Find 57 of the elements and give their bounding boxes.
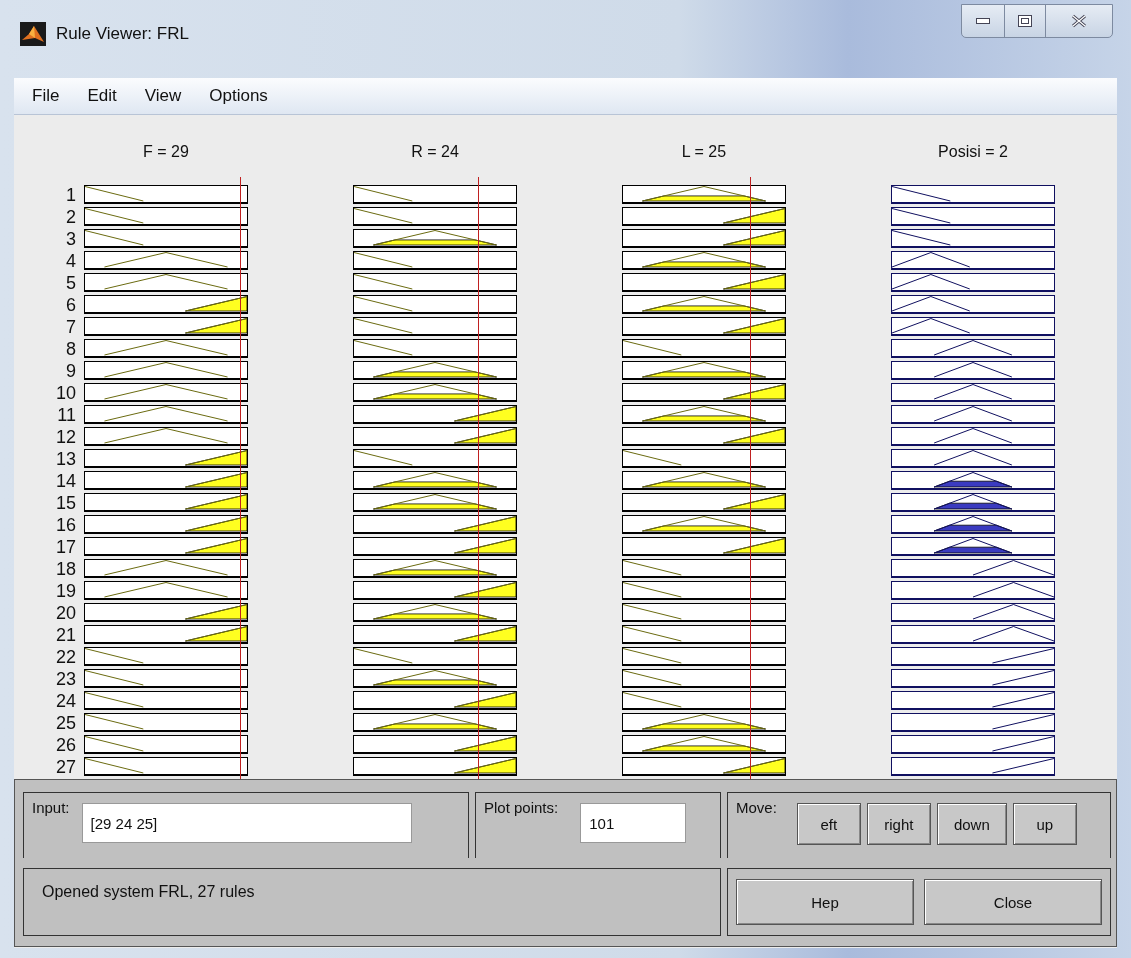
rule-number: 18: [54, 559, 77, 581]
plot-points-field[interactable]: 101: [580, 803, 687, 843]
dialog-button[interactable]: Hep: [736, 879, 914, 925]
rule-number: 20: [54, 603, 77, 625]
rule-number: 21: [54, 625, 77, 647]
move-button[interactable]: right: [866, 803, 931, 845]
rule-number: 16: [54, 515, 77, 537]
input-label: Input:: [32, 799, 70, 816]
menu-item[interactable]: File: [20, 86, 72, 106]
rule-number: 19: [54, 581, 77, 603]
rule-number: 8: [65, 339, 77, 361]
variable-label: R = 24: [411, 143, 459, 160]
rule-number: 14: [54, 471, 77, 493]
rule-number: 25: [54, 713, 77, 735]
input-value-line[interactable]: [749, 177, 751, 779]
rule-number: 2: [65, 207, 77, 229]
rule-number: 13: [54, 449, 77, 471]
close-icon: [1071, 14, 1087, 28]
rule-number: 24: [54, 691, 77, 713]
app-logo-icon: [20, 22, 46, 46]
rule-number: 5: [65, 273, 77, 295]
rule-number: 4: [65, 251, 77, 273]
rule-number: 12: [54, 427, 77, 449]
rule-number: 3: [65, 229, 77, 251]
rule-number: 17: [54, 537, 77, 559]
maximize-button[interactable]: [1004, 4, 1046, 38]
input-value-line[interactable]: [239, 177, 241, 779]
variable-label: F = 29: [143, 143, 189, 160]
move-button[interactable]: down: [936, 803, 1007, 845]
rule-number: 22: [54, 647, 77, 669]
rule-number: 1: [65, 185, 77, 207]
rule-number: 23: [54, 669, 77, 691]
rule-number: 10: [54, 383, 77, 405]
input-field[interactable]: [29 24 25]: [81, 803, 412, 843]
plot-points-label: Plot points:: [484, 799, 559, 816]
menu-item[interactable]: Options: [197, 86, 280, 106]
minimize-icon: [976, 18, 990, 24]
rule-number: 7: [65, 317, 77, 339]
move-label: Move:: [736, 799, 777, 816]
maximize-icon: [1018, 15, 1032, 27]
move-button[interactable]: eft: [796, 803, 861, 845]
window-title: Rule Viewer: FRL: [56, 24, 189, 44]
menu-item[interactable]: Edit: [75, 86, 129, 106]
status-text: Opened system FRL, 27 rules: [41, 882, 256, 902]
variable-label: L = 25: [681, 143, 727, 160]
rule-number: 9: [65, 361, 77, 383]
menu-item[interactable]: View: [132, 86, 194, 106]
rule-number: 15: [54, 493, 77, 515]
move-button[interactable]: up: [1012, 803, 1077, 845]
rule-number: 6: [65, 295, 77, 317]
variable-label: Posisi = 2: [938, 143, 1008, 160]
input-value-line[interactable]: [477, 177, 479, 779]
rule-number: 27: [54, 757, 77, 779]
rule-number: 11: [56, 405, 77, 427]
rule-number: 26: [54, 735, 77, 757]
dialog-button[interactable]: Close: [924, 879, 1102, 925]
minimize-button[interactable]: [961, 4, 1005, 38]
